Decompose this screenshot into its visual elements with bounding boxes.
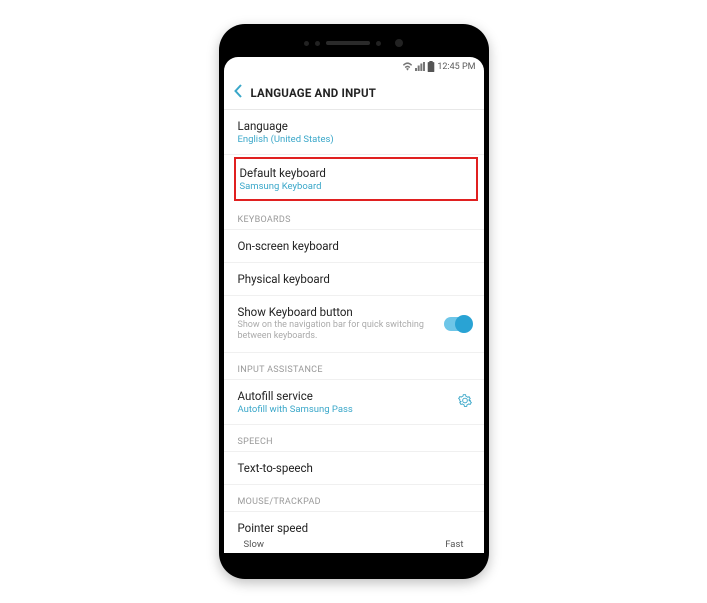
screen: 12:45 PM LANGUAGE AND INPUT Language Eng… [224, 57, 484, 553]
row-onscreen-keyboard[interactable]: On-screen keyboard [224, 230, 484, 263]
section-keyboards: KEYBOARDS [224, 203, 484, 230]
row-description: Show on the navigation bar for quick swi… [238, 320, 436, 343]
wifi-icon [402, 62, 413, 71]
signal-icon [415, 62, 425, 71]
row-physical-keyboard[interactable]: Physical keyboard [224, 263, 484, 296]
back-button[interactable] [234, 83, 251, 102]
header: LANGUAGE AND INPUT [224, 76, 484, 110]
phone-bezel-bottom [224, 553, 484, 579]
chevron-left-icon [234, 84, 243, 98]
label-fast: Fast [445, 539, 463, 550]
status-time: 12:45 PM [437, 62, 475, 72]
row-language[interactable]: Language English (United States) [224, 110, 484, 155]
row-title: On-screen keyboard [238, 239, 470, 253]
row-pointer-speed[interactable]: Pointer speed [224, 512, 484, 537]
page-title: LANGUAGE AND INPUT [251, 86, 377, 100]
phone-bezel-top [224, 29, 484, 57]
row-subtitle: Autofill with Samsung Pass [238, 404, 446, 415]
section-mouse-trackpad: MOUSE/TRACKPAD [224, 485, 484, 512]
row-title: Physical keyboard [238, 272, 470, 286]
row-subtitle: English (United States) [238, 134, 470, 145]
label-slow: Slow [244, 539, 265, 550]
row-autofill-service[interactable]: Autofill service Autofill with Samsung P… [224, 380, 484, 425]
row-title: Language [238, 119, 470, 133]
row-title: Default keyboard [240, 166, 466, 180]
phone-frame: 12:45 PM LANGUAGE AND INPUT Language Eng… [219, 24, 489, 579]
pointer-speed-scale: Slow Fast [224, 537, 484, 550]
battery-icon [427, 61, 435, 72]
row-subtitle: Samsung Keyboard [240, 181, 466, 192]
row-title: Autofill service [238, 389, 446, 403]
section-speech: SPEECH [224, 425, 484, 452]
row-title: Pointer speed [238, 521, 470, 535]
row-show-keyboard-button[interactable]: Show Keyboard button Show on the navigat… [224, 296, 484, 353]
section-input-assistance: INPUT ASSISTANCE [224, 353, 484, 380]
row-title: Show Keyboard button [238, 305, 436, 319]
toggle-show-keyboard[interactable] [444, 317, 472, 331]
row-default-keyboard[interactable]: Default keyboard Samsung Keyboard [234, 157, 478, 201]
row-text-to-speech[interactable]: Text-to-speech [224, 452, 484, 485]
gear-icon[interactable] [458, 392, 472, 411]
row-title: Text-to-speech [238, 461, 470, 475]
status-bar: 12:45 PM [224, 57, 484, 76]
settings-list[interactable]: Language English (United States) Default… [224, 110, 484, 553]
